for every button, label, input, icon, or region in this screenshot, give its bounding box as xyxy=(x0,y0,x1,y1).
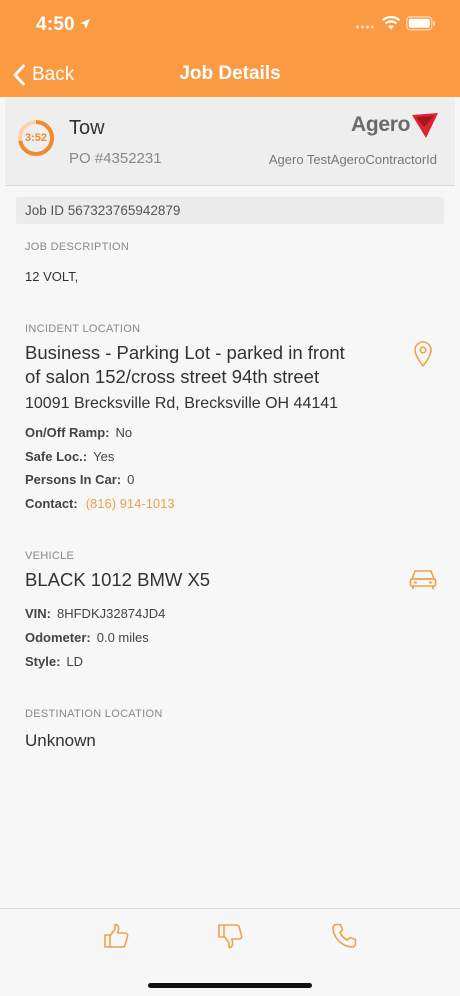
persons-in-car-value: 0 xyxy=(127,472,135,487)
odometer-row: Odometer: 0.0 miles xyxy=(25,630,149,645)
status-bar: 4:50 xyxy=(0,0,460,48)
odometer-value: 0.0 miles xyxy=(96,630,149,645)
vehicle-title: BLACK 1012 BMW X5 xyxy=(25,569,211,590)
vin-key: VIN: xyxy=(25,606,51,621)
contact-row: Contact: (816) 914-1013 xyxy=(25,496,175,511)
agero-wordmark: Agero xyxy=(351,113,411,136)
odometer-key: Odometer: xyxy=(25,630,91,645)
job-description-text: 12 VOLT, xyxy=(25,269,79,284)
persons-in-car-key: Persons In Car: xyxy=(25,472,122,487)
incident-location-label: INCIDENT LOCATION xyxy=(25,323,141,335)
nav-header: 4:50 Back Job Details xyxy=(0,0,460,97)
style-key: Style: xyxy=(25,654,61,669)
style-row: Style: LD xyxy=(25,654,83,669)
home-indicator[interactable] xyxy=(148,983,312,988)
cellular-signal-icon xyxy=(355,25,375,29)
agero-chevron-icon xyxy=(412,113,439,138)
job-description-label: JOB DESCRIPTION xyxy=(25,241,130,253)
page-title: Job Details xyxy=(179,63,281,84)
service-type: Tow xyxy=(69,117,105,139)
status-time: 4:50 xyxy=(36,14,75,35)
on-off-ramp-value: No xyxy=(115,425,133,440)
job-id: Job ID 567323765942879 xyxy=(25,203,181,218)
safe-location-key: Safe Loc.: xyxy=(25,449,88,464)
destination-location-label: DESTINATION LOCATION xyxy=(25,708,163,720)
on-off-ramp-row: On/Off Ramp: No xyxy=(25,425,132,440)
wifi-icon xyxy=(381,15,401,30)
job-id-bar: Job ID 567323765942879 xyxy=(16,197,444,224)
contact-key: Contact: xyxy=(25,496,78,511)
incident-location-title-line2: of salon 152/cross street 94th street xyxy=(25,366,320,387)
thumbs-down-icon[interactable] xyxy=(215,921,245,951)
thumbs-up-icon[interactable] xyxy=(101,921,131,951)
po-number: PO #4352231 xyxy=(69,150,162,167)
contact-phone-link[interactable]: (816) 914-1013 xyxy=(86,496,175,511)
map-pin-icon[interactable] xyxy=(412,340,434,368)
vin-value: 8HFDKJ32874JD4 xyxy=(57,606,166,621)
agero-logo: Agero xyxy=(351,111,440,139)
job-summary-card: 3:52 Tow PO #4352231 Agero Agero TestAge… xyxy=(5,97,455,186)
persons-in-car-row: Persons In Car: 0 xyxy=(25,472,134,487)
on-off-ramp-key: On/Off Ramp: xyxy=(25,425,110,440)
car-icon[interactable] xyxy=(409,567,437,591)
safe-location-value: Yes xyxy=(93,449,115,464)
location-arrow-icon xyxy=(80,19,90,29)
safe-location-row: Safe Loc.: Yes xyxy=(25,449,114,464)
incident-address: 10091 Brecksville Rd, Brecksville OH 441… xyxy=(25,395,339,412)
incident-location-title-line1: Business - Parking Lot - parked in front xyxy=(25,342,345,363)
contractor-id: Agero TestAgeroContractorId xyxy=(268,152,437,167)
phone-icon[interactable] xyxy=(329,921,359,951)
timer-value: 3:52 xyxy=(24,132,48,144)
battery-icon xyxy=(406,16,435,31)
vehicle-label: VEHICLE xyxy=(25,550,75,562)
action-toolbar xyxy=(0,908,460,996)
destination-location-text: Unknown xyxy=(25,731,96,750)
vin-row: VIN: 8HFDKJ32874JD4 xyxy=(25,606,165,621)
style-value: LD xyxy=(66,654,84,669)
